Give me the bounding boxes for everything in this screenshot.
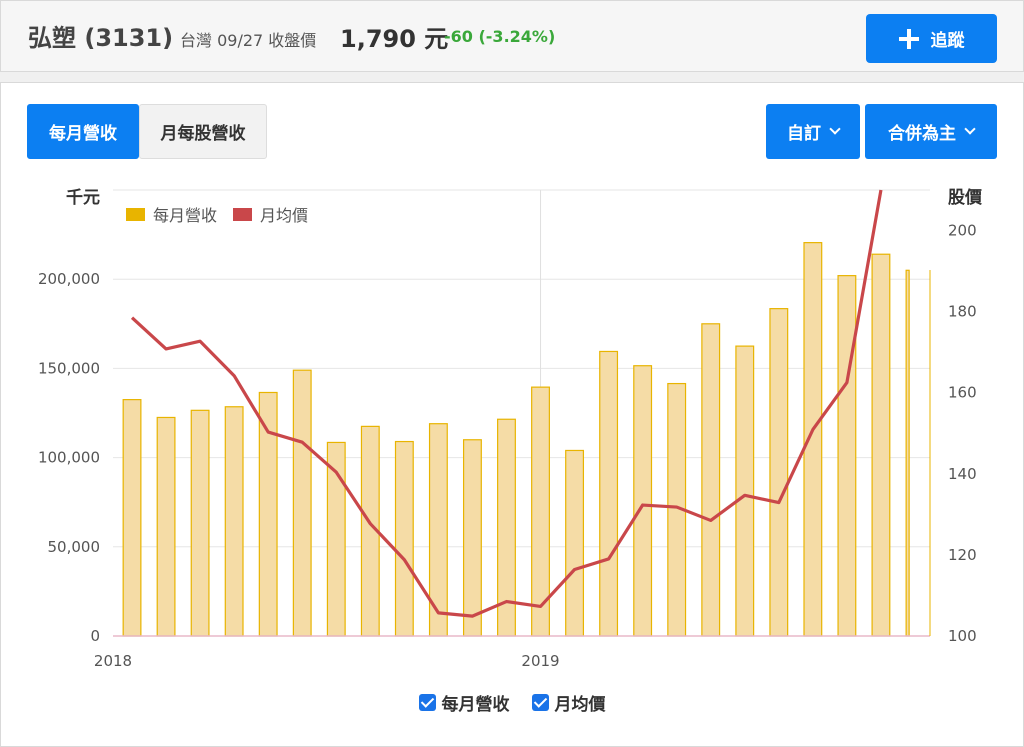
checkbox-icon[interactable]	[531, 694, 549, 711]
legend-swatch-revenue	[126, 208, 145, 221]
revenue-bar	[190, 409, 210, 637]
right-tick-label: 140	[948, 465, 977, 483]
revenue-bar	[156, 416, 176, 637]
revenue-bar	[735, 345, 755, 637]
revenue-bar	[224, 406, 244, 637]
right-tick-label: 160	[948, 384, 977, 402]
revenue-chart: 0 50,000 100,000 150,000 200,000 100 120 140 160…	[38, 187, 983, 670]
left-tick-label: 150,000	[38, 359, 100, 377]
revenue-bar	[394, 440, 414, 637]
x-tick-label: 2019	[521, 652, 559, 670]
series-toggles: 每月營收 月均價	[0, 690, 1024, 715]
toggle-revenue-label: 每月營收	[441, 695, 510, 715]
revenue-bar	[905, 269, 910, 637]
left-axis-unit: 千元	[66, 188, 100, 208]
revenue-bar	[837, 275, 857, 637]
revenue-bar	[701, 323, 721, 637]
checkbox-icon[interactable]	[418, 694, 436, 711]
revenue-bar	[633, 365, 653, 637]
right-tick-label: 120	[948, 546, 977, 564]
legend-label-revenue: 每月營收	[153, 206, 217, 225]
right-tick-label: 180	[948, 303, 977, 321]
toggle-revenue[interactable]: 每月營收	[418, 690, 510, 715]
left-tick-label: 200,000	[38, 270, 100, 288]
left-tick-label: 100,000	[38, 449, 100, 467]
revenue-bar	[769, 308, 789, 637]
revenue-bar	[122, 399, 142, 637]
right-tick-label: 200	[948, 222, 977, 240]
legend-swatch-price	[233, 208, 252, 221]
right-axis-unit: 股價	[948, 187, 983, 208]
left-tick-label: 50,000	[48, 538, 101, 556]
revenue-bar	[599, 350, 619, 637]
x-tick-label: 2018	[94, 652, 132, 670]
revenue-bar	[565, 449, 585, 637]
revenue-bar	[292, 369, 312, 637]
revenue-bar	[871, 253, 891, 637]
right-tick-label: 100	[948, 627, 977, 645]
legend-label-price: 月均價	[260, 206, 308, 225]
left-tick-label: 0	[90, 627, 100, 645]
toggle-avg-price-label: 月均價	[554, 695, 606, 715]
toggle-avg-price[interactable]: 月均價	[531, 690, 606, 715]
revenue-bar	[462, 439, 482, 637]
